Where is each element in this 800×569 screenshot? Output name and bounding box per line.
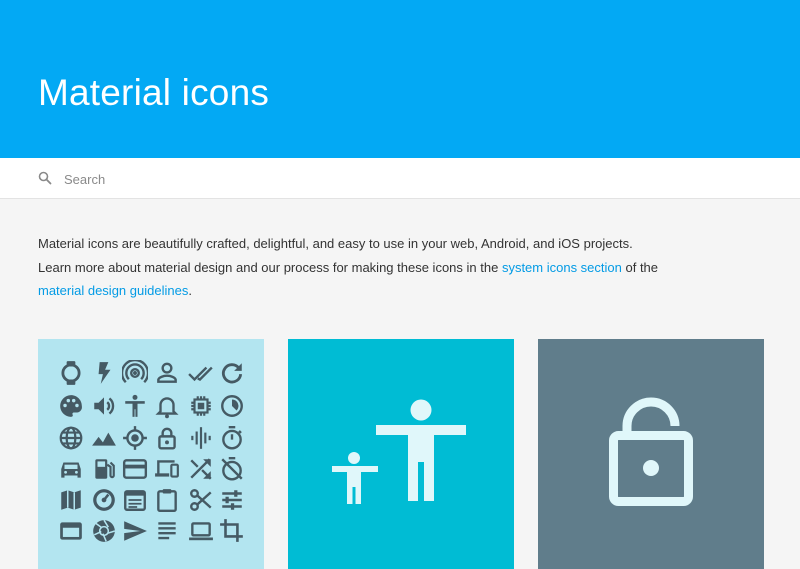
person-outline-icon xyxy=(157,362,177,383)
timer-off-icon xyxy=(221,456,243,481)
tune-icon xyxy=(222,490,242,510)
camera-icon xyxy=(93,519,116,542)
done-all-icon xyxy=(188,366,213,382)
lock-open-icon xyxy=(609,397,693,506)
intro-line-2-end: of the xyxy=(621,259,659,275)
hero-header: Material icons xyxy=(0,0,800,158)
timer-icon xyxy=(222,425,242,450)
assignment-icon xyxy=(157,489,177,513)
directions-car-icon xyxy=(61,462,81,478)
local-gas-station-icon xyxy=(95,459,115,479)
event-note-icon xyxy=(124,490,146,511)
search-icon[interactable] xyxy=(38,171,52,185)
send-icon xyxy=(124,521,147,541)
system-icons-section-link[interactable]: system icons section xyxy=(502,260,622,275)
intro-text: Material icons are beautifully crafted, … xyxy=(38,232,758,303)
search-bar xyxy=(0,158,800,199)
system-icons-card[interactable] xyxy=(38,339,264,569)
accessibility-icon xyxy=(125,394,145,417)
watch-icon xyxy=(61,361,81,385)
lock-outline-icon xyxy=(158,427,176,450)
speed-icon xyxy=(93,489,115,511)
intro-line-1: Material icons are beautifully crafted, … xyxy=(38,236,633,251)
refresh-icon xyxy=(221,363,243,384)
language-icon xyxy=(59,426,83,450)
flash-icon xyxy=(98,362,111,384)
palette-icon xyxy=(60,395,82,417)
material-design-guidelines-link[interactable]: material design guidelines xyxy=(38,283,188,298)
graphic-eq-icon xyxy=(191,427,211,449)
page-title: Material icons xyxy=(38,72,270,113)
lock-open-card[interactable] xyxy=(538,339,764,569)
web-asset-icon xyxy=(60,522,82,540)
map-icon xyxy=(61,490,81,510)
gps-fixed-icon xyxy=(123,426,147,450)
notifications-none-icon xyxy=(155,397,179,419)
devices-icon xyxy=(155,460,179,478)
timelapse-icon xyxy=(221,395,243,417)
volume-up-icon xyxy=(94,397,115,415)
crop-icon xyxy=(220,519,243,542)
intro-line-2-start: Learn more about material design and our… xyxy=(38,259,502,275)
memory-icon xyxy=(191,396,211,416)
accessibility-large-icon xyxy=(332,399,466,504)
content-cut-icon xyxy=(190,489,212,511)
credit-card-icon xyxy=(122,459,148,479)
subject-icon xyxy=(158,522,176,540)
wifi-tethering-icon xyxy=(122,360,148,384)
intro-period: . xyxy=(188,283,192,298)
shuffle-icon xyxy=(190,458,212,480)
laptop-icon xyxy=(189,522,213,541)
terrain-icon xyxy=(92,432,116,446)
search-input[interactable] xyxy=(62,167,666,191)
accessibility-card[interactable] xyxy=(288,339,514,569)
